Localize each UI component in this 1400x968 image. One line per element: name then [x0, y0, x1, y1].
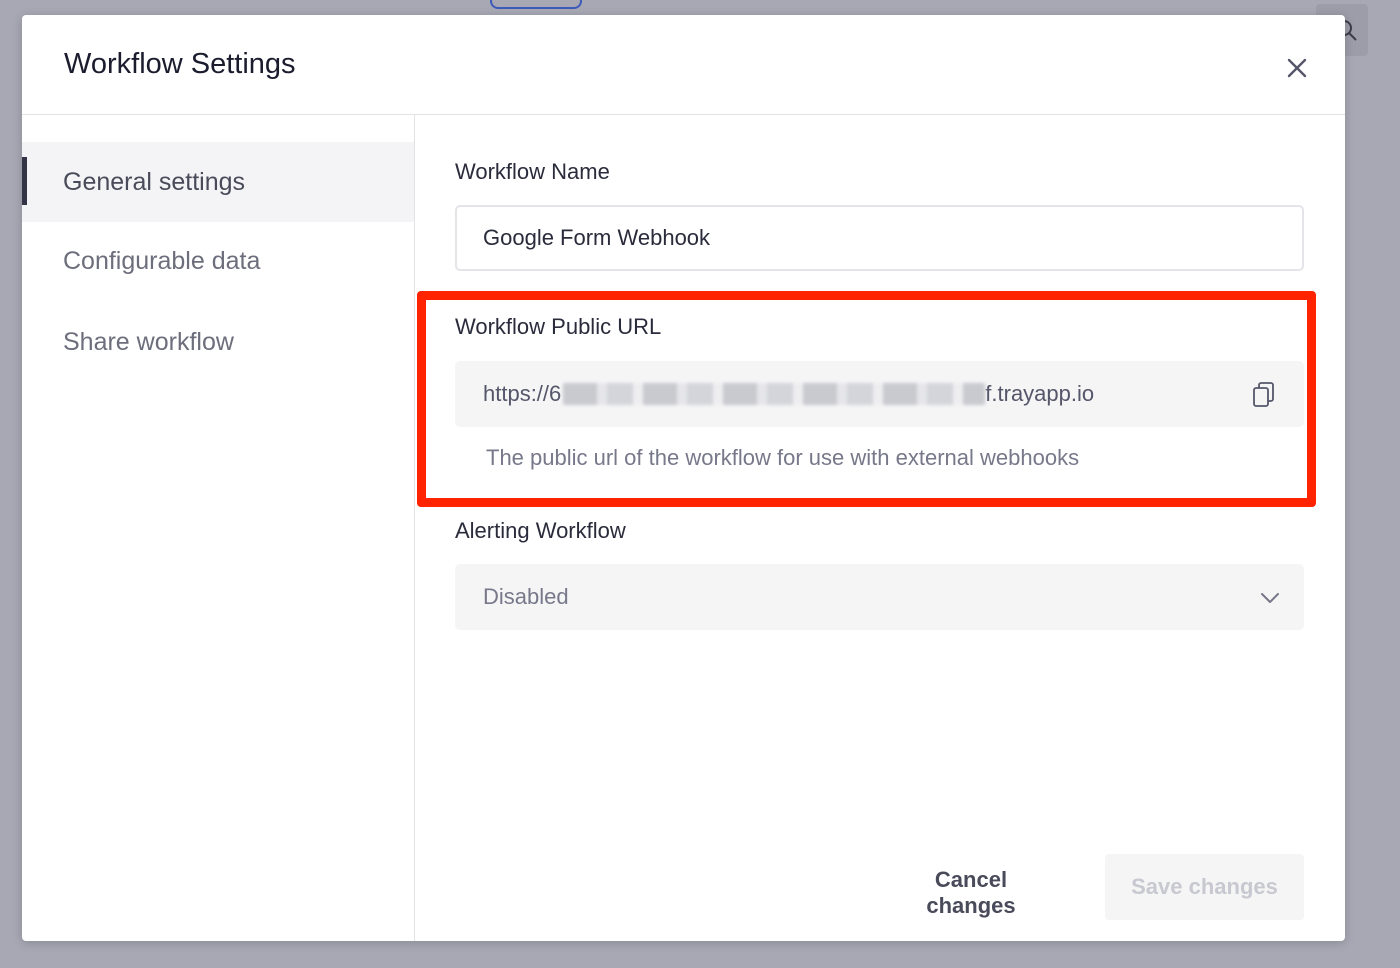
- public-url-suffix: f.trayapp.io: [985, 381, 1095, 406]
- workflow-settings-modal: Workflow Settings General settings Confi…: [22, 15, 1345, 941]
- sidebar-item-configurable-data[interactable]: Configurable data: [22, 221, 414, 301]
- settings-sidebar: General settings Configurable data Share…: [22, 115, 415, 941]
- public-url-field[interactable]: https://6 f.trayapp.io: [455, 361, 1304, 427]
- workflow-name-label: Workflow Name: [455, 159, 610, 184]
- settings-content: Workflow Name Workflow Public URL https:…: [415, 115, 1345, 941]
- sidebar-item-share-workflow[interactable]: Share workflow: [22, 302, 414, 382]
- chevron-down-icon: [1261, 593, 1279, 603]
- public-url-label: Workflow Public URL: [455, 314, 662, 339]
- save-changes-button[interactable]: Save changes: [1105, 854, 1304, 920]
- close-icon[interactable]: [1284, 55, 1310, 81]
- public-url-helper-text: The public url of the workflow for use w…: [486, 445, 1080, 470]
- workflow-name-input[interactable]: [455, 205, 1304, 271]
- alerting-workflow-label: Alerting Workflow: [455, 518, 626, 543]
- copy-icon[interactable]: [1250, 380, 1278, 408]
- sidebar-item-label: Configurable data: [63, 246, 261, 275]
- redacted-url-segment: [563, 383, 986, 405]
- modal-title: Workflow Settings: [64, 48, 296, 80]
- public-url-prefix: https://6: [483, 381, 562, 406]
- background-tab: [490, 0, 582, 9]
- sidebar-item-general-settings[interactable]: General settings: [22, 142, 414, 222]
- modal-header: Workflow Settings: [22, 15, 1345, 115]
- sidebar-item-label: Share workflow: [63, 327, 234, 356]
- sidebar-item-label: General settings: [63, 167, 246, 196]
- alerting-workflow-select[interactable]: Disabled: [455, 564, 1304, 630]
- alerting-selected-value: Disabled: [483, 584, 569, 609]
- cancel-changes-button[interactable]: Cancel changes: [889, 867, 1053, 918]
